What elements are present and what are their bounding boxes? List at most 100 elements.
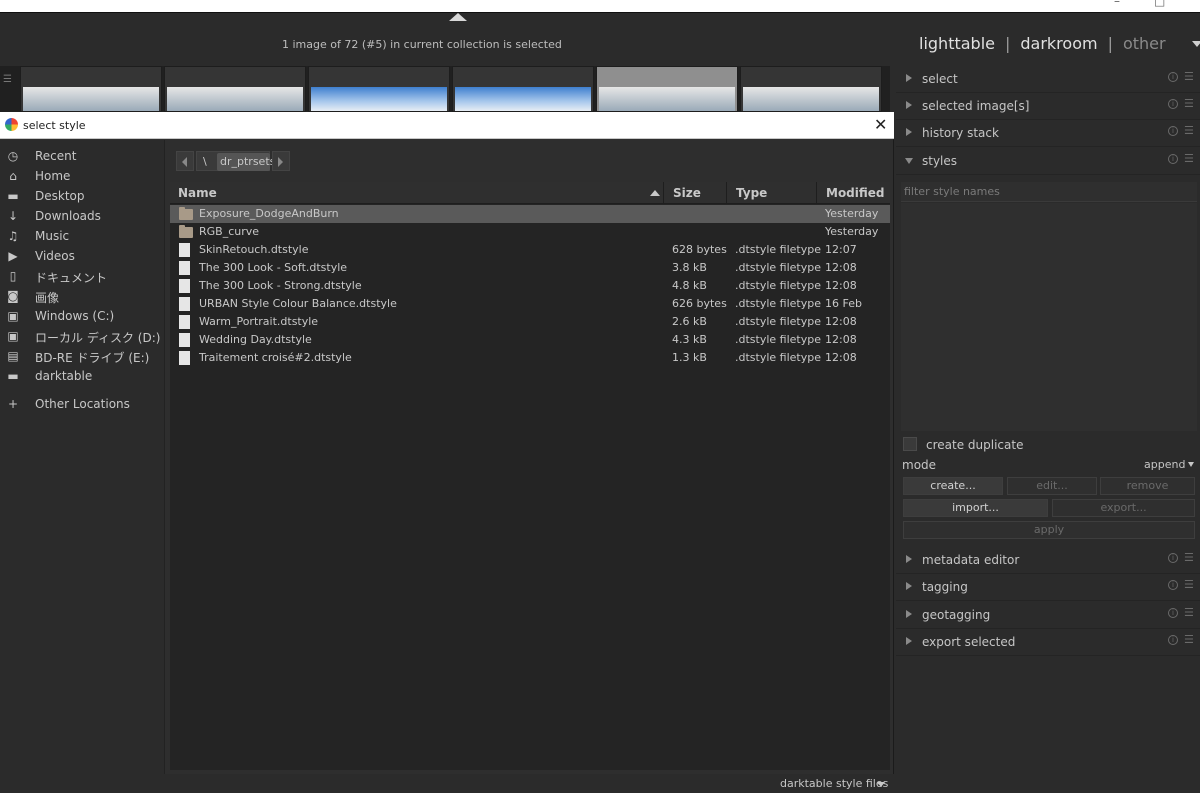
- column-type[interactable]: Type: [728, 182, 817, 204]
- info-icon[interactable]: i: [1168, 608, 1178, 618]
- place-downloads[interactable]: ↓ Downloads: [0, 206, 165, 226]
- export-style-button[interactable]: export...: [1052, 499, 1195, 517]
- apply-style-button[interactable]: apply: [903, 521, 1195, 539]
- file-size: 628 bytes: [672, 243, 727, 256]
- file-row[interactable]: The 300 Look - Soft.dtstyle 3.8 kB .dtst…: [170, 259, 890, 277]
- collapse-arrow-icon: [905, 158, 913, 164]
- place-music[interactable]: ♫ Music: [0, 226, 165, 246]
- filmstrip-thumbnail[interactable]: [20, 66, 162, 112]
- filter-style-names-input[interactable]: [901, 182, 1197, 202]
- top-panel-toggle-icon[interactable]: [449, 13, 467, 21]
- place-documents[interactable]: ▯ ドキュメント: [0, 266, 165, 286]
- view-lighttable[interactable]: lighttable: [919, 34, 995, 53]
- place-drive-c[interactable]: ▣ Windows (C:): [0, 306, 165, 326]
- file-row[interactable]: RGB_curve Yesterday: [170, 223, 890, 241]
- style-list[interactable]: [901, 203, 1197, 431]
- module-styles[interactable]: styles i ☰: [896, 148, 1200, 175]
- file-row-selected[interactable]: Exposure_DodgeAndBurn Yesterday: [170, 205, 890, 223]
- file-row[interactable]: URBAN Style Colour Balance.dtstyle 626 b…: [170, 295, 890, 313]
- file-name: The 300 Look - Strong.dtstyle: [199, 279, 362, 292]
- hamburger-icon[interactable]: ☰: [1184, 70, 1194, 83]
- hamburger-icon[interactable]: ☰: [3, 74, 12, 85]
- module-selected-images[interactable]: selected image[s] i ☰: [896, 93, 1200, 120]
- path-root[interactable]: \: [203, 155, 207, 168]
- home-icon: ⌂: [9, 169, 17, 183]
- info-icon[interactable]: i: [1168, 99, 1178, 109]
- hamburger-icon[interactable]: ☰: [1184, 551, 1194, 564]
- module-history-stack[interactable]: history stack i ☰: [896, 120, 1200, 147]
- place-home[interactable]: ⌂ Home: [0, 166, 165, 186]
- filmstrip-thumbnail[interactable]: [740, 66, 882, 112]
- chevron-down-icon[interactable]: [877, 782, 885, 787]
- file-row[interactable]: Wedding Day.dtstyle 4.3 kB .dtstyle file…: [170, 331, 890, 349]
- path-back-button[interactable]: [176, 151, 194, 171]
- info-icon[interactable]: i: [1168, 553, 1178, 563]
- hamburger-icon[interactable]: ☰: [1184, 124, 1194, 137]
- file-row[interactable]: The 300 Look - Strong.dtstyle 4.8 kB .dt…: [170, 277, 890, 295]
- place-desktop[interactable]: ▬ Desktop: [0, 186, 165, 206]
- remove-style-button[interactable]: remove: [1100, 477, 1195, 495]
- column-modified[interactable]: Modified: [818, 182, 890, 204]
- place-label: Downloads: [35, 209, 101, 223]
- mode-label: mode: [902, 458, 937, 472]
- minimize-icon[interactable]: –: [1114, 0, 1120, 8]
- view-darkroom[interactable]: darkroom: [1020, 34, 1097, 53]
- hamburger-icon[interactable]: ☰: [1184, 606, 1194, 619]
- module-metadata-editor[interactable]: metadata editor i ☰: [896, 547, 1200, 574]
- chevron-down-icon[interactable]: [1192, 41, 1200, 47]
- document-icon: ▯: [9, 269, 17, 283]
- import-style-button[interactable]: import...: [903, 499, 1048, 517]
- file-filter-select[interactable]: darktable style files: [780, 777, 888, 790]
- file-type: .dtstyle filetype: [735, 351, 821, 364]
- place-recent[interactable]: ◷ Recent: [0, 146, 165, 166]
- place-pictures[interactable]: ◙ 画像: [0, 286, 165, 306]
- path-segments: \ dr_ptrsets: [196, 151, 275, 171]
- folder-icon: [179, 225, 193, 238]
- file-name: Exposure_DodgeAndBurn: [199, 207, 339, 220]
- info-icon[interactable]: i: [1168, 72, 1178, 82]
- path-current-label: dr_ptrsets: [220, 155, 276, 168]
- module-tagging[interactable]: tagging i ☰: [896, 574, 1200, 601]
- info-icon[interactable]: i: [1168, 126, 1178, 136]
- create-style-button[interactable]: create...: [903, 477, 1003, 495]
- info-icon[interactable]: i: [1168, 154, 1178, 164]
- module-label: select: [922, 72, 958, 86]
- place-drive-d[interactable]: ▣ ローカル ディスク (D:): [0, 326, 165, 346]
- camera-icon: ◙: [7, 289, 19, 303]
- module-export-selected[interactable]: export selected i ☰: [896, 629, 1200, 656]
- module-select[interactable]: select i ☰: [896, 66, 1200, 93]
- place-other-locations[interactable]: + Other Locations: [0, 394, 165, 414]
- place-videos[interactable]: ▶ Videos: [0, 246, 165, 266]
- column-size[interactable]: Size: [665, 182, 727, 204]
- create-duplicate-checkbox[interactable]: [903, 437, 917, 451]
- filmstrip-thumbnail-selected[interactable]: [596, 66, 738, 112]
- view-other[interactable]: other: [1123, 34, 1166, 53]
- file-list[interactable]: Name Size Type Modified Exposure_DodgeAn…: [170, 182, 890, 770]
- file-row[interactable]: Traitement croisé#2.dtstyle 1.3 kB .dtst…: [170, 349, 890, 367]
- expand-arrow-icon: [906, 128, 912, 136]
- mode-select[interactable]: append: [1144, 458, 1185, 471]
- place-darktable[interactable]: ▬ darktable: [0, 366, 165, 386]
- place-drive-e[interactable]: ▤ BD-RE ドライブ (E:): [0, 346, 165, 366]
- create-duplicate-label: create duplicate: [926, 438, 1024, 452]
- hamburger-icon[interactable]: ☰: [1184, 97, 1194, 110]
- hamburger-icon[interactable]: ☰: [1184, 578, 1194, 591]
- filmstrip-thumbnail[interactable]: [452, 66, 594, 112]
- maximize-icon[interactable]: □: [1154, 0, 1165, 8]
- module-label: tagging: [922, 580, 968, 594]
- hamburger-icon[interactable]: ☰: [1184, 152, 1194, 165]
- edit-style-button[interactable]: edit...: [1007, 477, 1097, 495]
- file-row[interactable]: SkinRetouch.dtstyle 628 bytes .dtstyle f…: [170, 241, 890, 259]
- module-geotagging[interactable]: geotagging i ☰: [896, 602, 1200, 629]
- info-icon[interactable]: i: [1168, 635, 1178, 645]
- file-row[interactable]: Warm_Portrait.dtstyle 2.6 kB .dtstyle fi…: [170, 313, 890, 331]
- file-name: Wedding Day.dtstyle: [199, 333, 312, 346]
- close-icon[interactable]: ✕: [874, 115, 887, 134]
- filmstrip-thumbnail[interactable]: [308, 66, 450, 112]
- path-forward-button[interactable]: [272, 151, 290, 171]
- column-name[interactable]: Name: [170, 182, 664, 204]
- hamburger-icon[interactable]: ☰: [1184, 633, 1194, 646]
- filmstrip-thumbnail[interactable]: [164, 66, 306, 112]
- info-icon[interactable]: i: [1168, 580, 1178, 590]
- chevron-down-icon[interactable]: [1188, 462, 1194, 467]
